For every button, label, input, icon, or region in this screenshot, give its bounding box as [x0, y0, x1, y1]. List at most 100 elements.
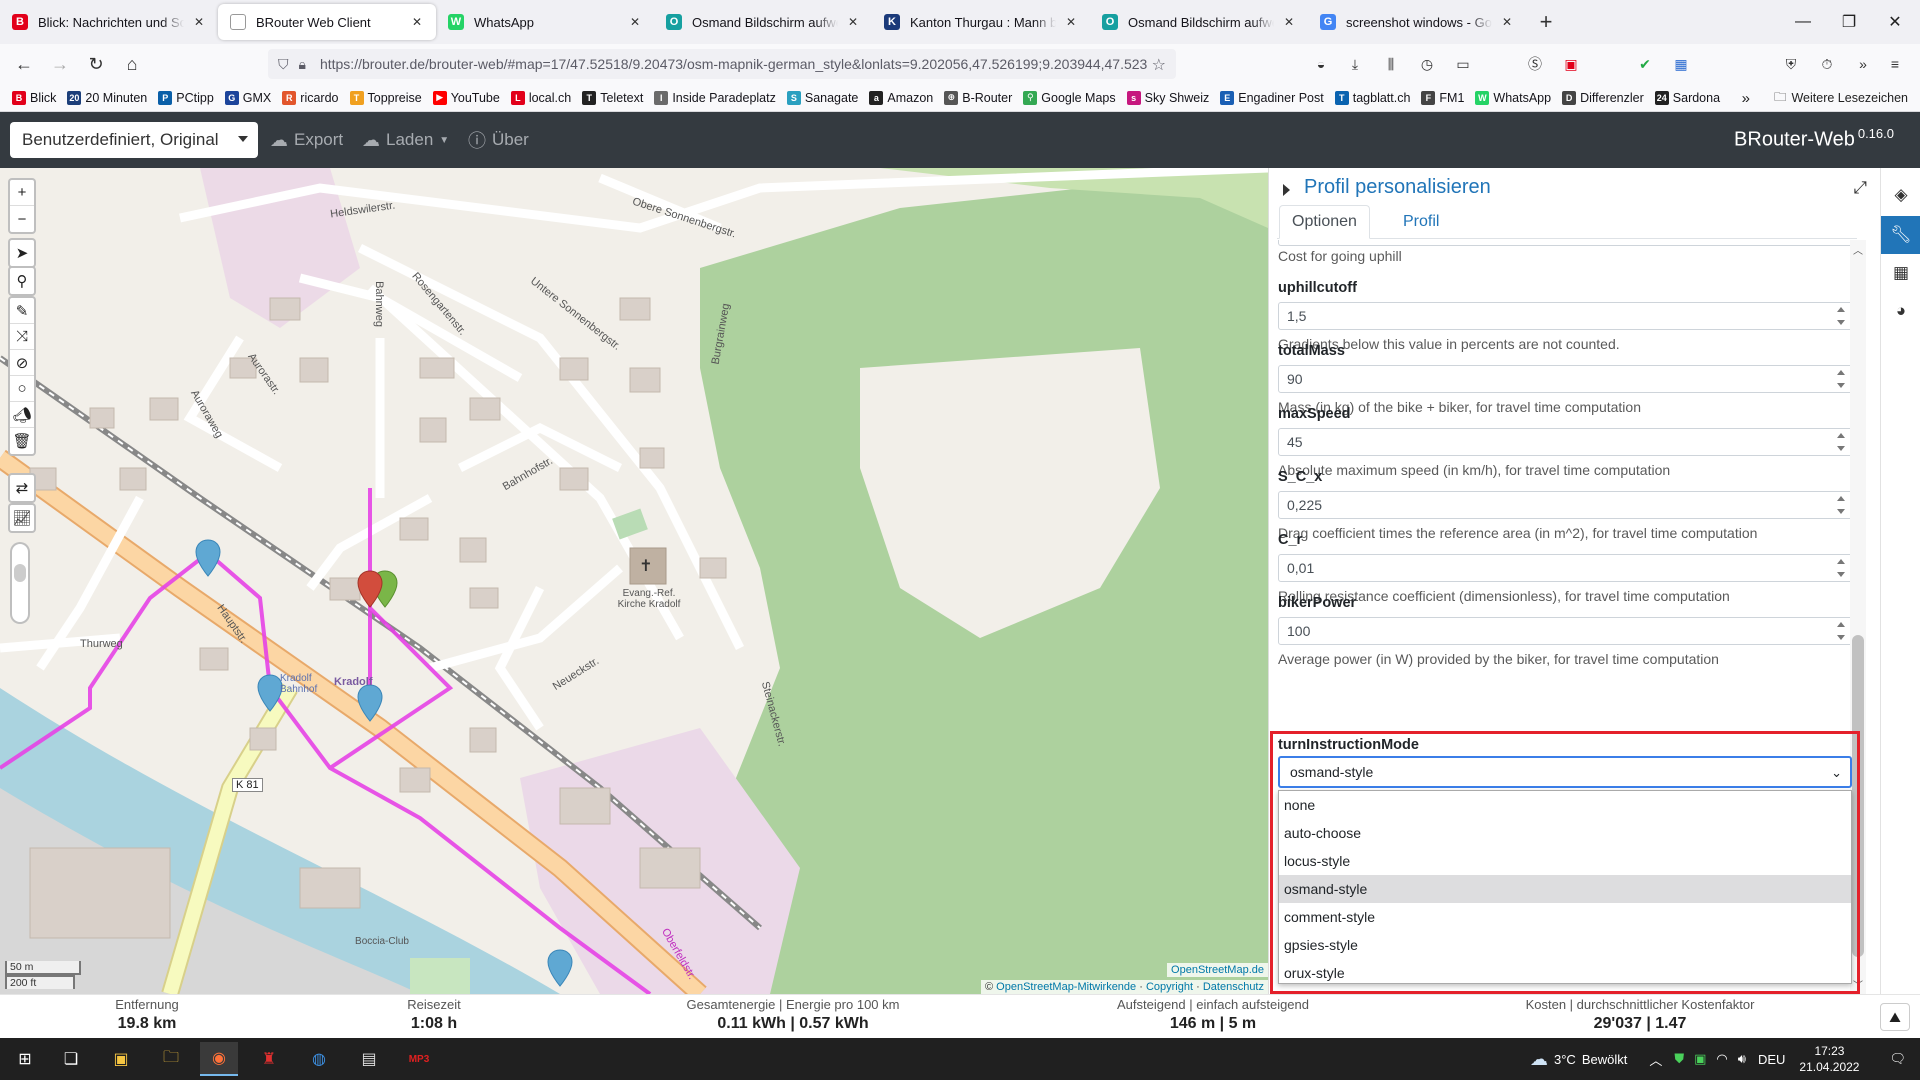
file-explorer-icon[interactable]: 🗀	[152, 1042, 190, 1076]
language-indicator[interactable]: DEU	[1758, 1052, 1785, 1067]
bookmark-item[interactable]: 20 20 Minuten	[67, 90, 147, 105]
app-icon[interactable]: ▣	[102, 1042, 140, 1076]
param-input[interactable]: 0,225	[1278, 491, 1854, 519]
select-option[interactable]: none	[1279, 791, 1851, 819]
sidebar-toggle-icon[interactable]: ▭	[1452, 53, 1474, 75]
weather-text[interactable]: Bewölkt	[1582, 1052, 1628, 1067]
browser-tab[interactable]: K Kanton Thurgau : Mann bestellt ✕	[872, 0, 1090, 44]
extension-grid-icon[interactable]: ▦	[1670, 53, 1692, 75]
collapse-triangle-icon[interactable]	[1283, 184, 1290, 196]
locate-arrow-icon[interactable]: ➤	[10, 240, 34, 266]
speaker-icon[interactable]: 🔊︎	[1738, 1051, 1746, 1067]
opacity-slider[interactable]	[10, 542, 30, 624]
elevation-chart-button[interactable]: ⛰	[1880, 1003, 1910, 1031]
library-icon[interactable]: ⫼	[1380, 53, 1402, 75]
timer-icon[interactable]: ⏱	[1816, 53, 1838, 75]
chevron-more-icon[interactable]: »	[1742, 90, 1750, 107]
shield-icon[interactable]: ⛉	[278, 56, 289, 73]
trash-icon[interactable]: 🗑︎	[10, 428, 34, 454]
tab-close-icon[interactable]: ✕	[408, 15, 426, 29]
browser-tab[interactable]: W WhatsApp ✕	[436, 0, 654, 44]
back-arrow-icon[interactable]: ←	[6, 48, 42, 80]
bookmark-item[interactable]: ⚲ Google Maps	[1023, 90, 1116, 105]
select-option[interactable]: gpsies-style	[1279, 931, 1851, 959]
spinner-arrows-icon[interactable]	[1835, 433, 1847, 451]
scrollbar-thumb[interactable]	[1852, 635, 1864, 957]
bookmark-item[interactable]: B Blick	[12, 90, 56, 105]
bookmark-star-icon[interactable]: ☆	[1152, 55, 1166, 75]
bookmark-item[interactable]: ▶ YouTube	[432, 90, 500, 105]
table-icon[interactable]: ▦	[1881, 254, 1920, 292]
line-chart-icon[interactable]: 📈︎	[10, 505, 34, 531]
bookmark-item[interactable]: I Inside Paradeplatz	[654, 90, 776, 105]
browser-tab[interactable]: Gscreenshot windows - Google Suche ✕	[1308, 0, 1526, 44]
shuffle-icon[interactable]: ⤨	[10, 324, 34, 350]
browser-tab[interactable]: BRouter Web Client ✕	[218, 4, 436, 40]
forward-arrow-icon[interactable]: →	[42, 48, 78, 80]
tab-close-icon[interactable]: ✕	[1062, 15, 1080, 29]
tab-close-icon[interactable]: ✕	[190, 15, 208, 29]
windows-start-icon[interactable]: ⊞	[6, 1042, 44, 1076]
zoom-out-button[interactable]: −	[10, 206, 34, 232]
bookmark-item[interactable]: S Sanagate	[786, 90, 858, 105]
osm-de-link[interactable]: OpenStreetMap.de	[1167, 963, 1268, 977]
pencil-icon[interactable]: ✎	[10, 298, 34, 324]
weather-temp[interactable]: 3°C	[1554, 1052, 1576, 1067]
extension-check-icon[interactable]: ✔	[1634, 53, 1656, 75]
restore-button[interactable]: ❐	[1826, 0, 1872, 44]
tab-close-icon[interactable]: ✕	[1498, 15, 1516, 29]
bookmark-item[interactable]: Rricardo	[282, 90, 339, 105]
pie-chart-icon[interactable]: ◕	[1881, 292, 1920, 330]
select-option[interactable]: locus-style	[1279, 847, 1851, 875]
param-input[interactable]: 100	[1278, 617, 1854, 645]
spinner-arrows-icon[interactable]	[1835, 307, 1847, 325]
spinner-arrows-icon[interactable]	[1835, 370, 1847, 388]
notification-icon[interactable]: 🗨︎	[1889, 1051, 1906, 1067]
spinner-arrows-icon[interactable]	[1835, 559, 1847, 577]
history-icon[interactable]: ◷	[1416, 53, 1438, 75]
tab-close-icon[interactable]: ✕	[626, 15, 644, 29]
extension-shield-icon[interactable]: ⛨	[1780, 53, 1802, 75]
attribution-privacy-link[interactable]: Datenschutz	[1203, 981, 1264, 993]
bookmark-item[interactable]: Llocal.ch	[510, 90, 571, 105]
extension-s-icon[interactable]: Ⓢ	[1524, 53, 1546, 75]
tab-profile[interactable]: Profil	[1391, 205, 1451, 239]
circle-icon[interactable]: ○	[10, 376, 34, 402]
minimize-button[interactable]: —	[1780, 0, 1826, 44]
no-go-icon[interactable]: ⊘	[10, 350, 34, 376]
tray-icon[interactable]: ⛊	[1674, 1051, 1684, 1067]
tab-close-icon[interactable]: ✕	[1280, 15, 1298, 29]
param-input[interactable]: 90	[1278, 365, 1854, 393]
bookmark-item[interactable]: T Teletext	[582, 90, 643, 105]
bookmark-item[interactable]: s Sky Shweiz	[1126, 90, 1209, 105]
attribution-copyright-link[interactable]: Copyright	[1146, 981, 1193, 993]
chevron-up-icon[interactable]: ︿	[1649, 1050, 1662, 1069]
pocket-icon[interactable]: ◒	[1310, 53, 1332, 75]
select-option[interactable]: comment-style	[1279, 903, 1851, 931]
profile-select[interactable]: Benutzerdefiniert, Original	[10, 122, 258, 158]
shuffle-arrows-icon[interactable]: ⇄	[10, 475, 34, 501]
close-window-button[interactable]: ✕	[1872, 0, 1918, 44]
lock-icon[interactable]: 🔒︎	[299, 56, 306, 73]
mp3-app-icon[interactable]: MP3	[400, 1042, 438, 1076]
param-input[interactable]: 45	[1278, 428, 1854, 456]
download-icon[interactable]: ⤓	[1344, 53, 1366, 75]
select-option[interactable]: orux-style	[1279, 959, 1851, 987]
bookmark-item[interactable]: F FM1	[1421, 90, 1464, 105]
bookmark-item[interactable]: T Toppreise	[349, 90, 422, 105]
zoom-in-button[interactable]: +	[10, 180, 34, 206]
spinner-arrows-icon[interactable]	[1835, 496, 1847, 514]
browser-tab[interactable]: O Osmand Bildschirm aufwecken ✕	[1090, 0, 1308, 44]
bookmark-item[interactable]: a Amazon	[869, 90, 933, 105]
sidebar-title[interactable]: Profil personalisieren	[1304, 176, 1491, 199]
tab-options[interactable]: Optionen	[1279, 205, 1370, 239]
param-input[interactable]: 1,5	[1278, 302, 1854, 330]
select-option[interactable]: auto-choose	[1279, 819, 1851, 847]
param-input[interactable]: 0,01	[1278, 554, 1854, 582]
export-button[interactable]: ☁ Export	[270, 112, 343, 168]
wifi-icon[interactable]: ◠	[1716, 1051, 1727, 1067]
about-button[interactable]: ⓘ Über	[468, 112, 529, 168]
bookmark-item[interactable]: P PCtipp	[158, 90, 214, 105]
browser-tab[interactable]: O Osmand Bildschirm aufwecken ✕	[654, 0, 872, 44]
bookmark-item[interactable]: 24 Sardona	[1654, 90, 1720, 105]
